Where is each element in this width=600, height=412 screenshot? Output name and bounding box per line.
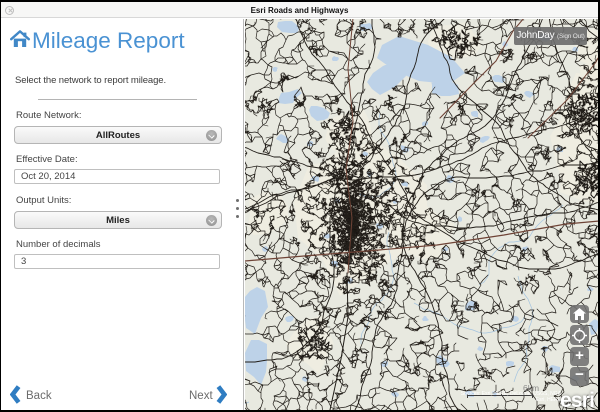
- svg-text:Mileage Report: Mileage Report: [32, 28, 185, 53]
